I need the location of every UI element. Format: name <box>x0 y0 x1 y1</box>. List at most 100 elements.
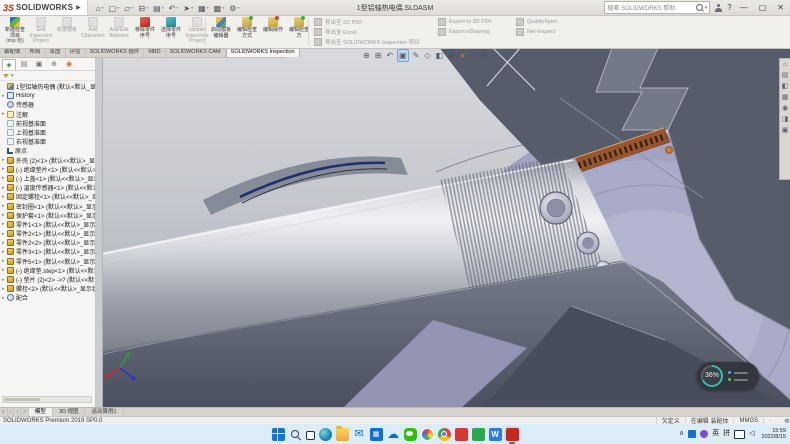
tree-item[interactable]: ▸ 外壳 (2)<1> (默认<<默认>_显示状 <box>0 156 95 165</box>
tree-item[interactable]: ▸ 固定螺栓<1> (默认<<默认>_显示状 <box>0 192 95 201</box>
commandmanager-tab[interactable]: SOLIDWORKS CAM <box>166 48 226 57</box>
tree-item[interactable]: ▸ 上视基准面 <box>0 128 95 137</box>
taskbar-app-icon[interactable]: ▦ <box>370 428 383 441</box>
ribbon-button[interactable]: Add Characteristic <box>81 16 105 47</box>
task-pane-tab[interactable]: ⌂ <box>783 61 787 69</box>
ribbon-button[interactable]: 选择零件序号 <box>159 16 183 47</box>
tree-item[interactable]: ▸ 注解 <box>0 110 95 119</box>
tree-item[interactable]: ▸ 前视基准面 <box>0 119 95 128</box>
document-tab[interactable]: 模型 <box>29 408 53 416</box>
tree-item[interactable]: ▸ 传感器 <box>0 100 95 109</box>
ribbon-button[interactable]: 启动模板编辑器 <box>209 16 233 47</box>
commandmanager-tab[interactable]: 布局 <box>26 48 46 57</box>
commandmanager-tab[interactable]: 评估 <box>66 48 86 57</box>
panel-tab[interactable]: ⊕ <box>47 59 61 70</box>
tree-item[interactable]: ▸ (-) 绝缘垫片<1> (默认<<默认>_显 <box>0 165 95 174</box>
taskbar-app-icon[interactable] <box>319 428 332 441</box>
tab-nav-arrow[interactable]: » <box>21 408 29 416</box>
tree-item[interactable]: ▸ (-) 垫片 (2)<2> ->? (默认<<默认 <box>0 275 95 284</box>
tree-item[interactable]: ▸ 螺栓<2> (默认<<默认>_显示状态 <box>0 284 95 293</box>
zoom-overlay[interactable]: 36% <box>697 362 759 390</box>
ribbon-button[interactable]: 移除零件序号 <box>133 16 157 47</box>
view-tool-icon[interactable]: ◇ <box>423 50 431 61</box>
maximize-button[interactable]: ▢ <box>756 1 770 14</box>
export-button[interactable]: 导出至 2D PDF <box>314 18 432 26</box>
search-input[interactable]: 搜索 SOLIDWORKS 帮助 ▾ <box>604 1 710 14</box>
export-button[interactable]: Export to 3D PDF <box>438 18 510 26</box>
logo-flyout-arrow[interactable]: ▶ <box>76 4 81 11</box>
task-pane-tab[interactable]: ▦ <box>782 94 789 102</box>
quick-access-button[interactable]: ▱ <box>124 0 133 16</box>
view-tool-icon[interactable]: ● <box>459 50 466 61</box>
taskbar-app-icon[interactable] <box>421 428 434 441</box>
panel-tab[interactable]: ▣ <box>32 59 46 70</box>
ribbon-button[interactable]: Edit Inspection Project <box>29 16 53 47</box>
viewport-3d-model[interactable] <box>103 48 790 408</box>
tree-item[interactable]: ▸ 保护套<1> (默认<<默认>_显示状 <box>0 211 95 220</box>
scrollbar-thumb[interactable] <box>4 398 40 401</box>
taskbar-app-icon[interactable] <box>472 428 485 441</box>
tree-item[interactable]: ▸ 配合 <box>0 293 95 302</box>
tree-item[interactable]: ▸ (-) 上盖<1> (默认<<默认>_显示状 <box>0 174 95 183</box>
tree-item[interactable]: ▸ 1型铝轴热电偶 (默认<默认_显示状态-1 <box>0 82 95 91</box>
task-pane-tab[interactable]: ◉ <box>782 105 788 113</box>
tab-nav-arrow[interactable]: « <box>0 408 8 416</box>
view-tool-icon[interactable]: ↶ <box>385 50 394 61</box>
quick-access-button[interactable]: ⚙ <box>229 0 239 16</box>
view-tool-icon[interactable]: ✎ <box>412 50 421 61</box>
taskbar-app-icon[interactable] <box>336 428 349 441</box>
tray-icon[interactable] <box>688 430 696 438</box>
tab-nav-arrow[interactable]: › <box>14 408 21 416</box>
tree-item[interactable]: ▸ 零件1<1> (默认<<默认>_显示状态 <box>0 220 95 229</box>
ribbon-button[interactable]: Add/Edit Balloons <box>107 16 131 47</box>
panel-tab[interactable]: ◈ <box>2 59 16 70</box>
tree-horizontal-scrollbar[interactable] <box>2 396 92 403</box>
quick-access-button[interactable]: ⊟ <box>138 0 148 16</box>
view-tool-icon[interactable]: ◧ <box>435 50 445 61</box>
document-tab[interactable]: 3D 视图 <box>53 408 86 416</box>
commandmanager-tab[interactable]: MBD <box>144 48 165 57</box>
tray-icon[interactable]: ◁ <box>749 424 754 444</box>
view-tool-icon[interactable]: ⊕ <box>362 50 371 61</box>
quick-access-button[interactable]: ⌂ <box>96 0 104 16</box>
export-button[interactable]: QualityXpert <box>516 18 582 26</box>
panel-tab[interactable]: ◉ <box>62 59 76 70</box>
tree-item[interactable]: ▸ (-) 温度传感器<1> (默认<<默认>_ <box>0 183 95 192</box>
view-tool-icon[interactable]: ◐ <box>469 50 476 61</box>
ribbon-button[interactable]: 编辑操作 <box>261 16 285 47</box>
task-pane-tab[interactable]: ▣ <box>782 127 789 135</box>
taskbar-app-icon[interactable]: ✉ <box>353 428 366 441</box>
taskbar-app-icon[interactable]: ☁ <box>387 428 400 441</box>
taskbar-app-icon[interactable] <box>404 428 417 441</box>
help-button[interactable]: ? <box>727 3 731 12</box>
export-button[interactable]: 导出至 SOLIDWORKS Inspection 项目 <box>314 38 432 46</box>
close-button[interactable]: ✕ <box>774 1 787 14</box>
taskbar-app-icon[interactable] <box>506 428 519 441</box>
taskbar-app-icon[interactable] <box>272 428 285 441</box>
tree-item[interactable]: ▸ (-) 绝缘垫.step<1> (默认<<默认 <box>0 266 95 275</box>
export-button[interactable]: Export eDrawing <box>438 28 510 36</box>
taskbar-clock[interactable]: 15:59 2022/8/15 <box>762 428 786 441</box>
task-pane-tab[interactable]: ◧ <box>782 83 789 91</box>
filter-dropdown-arrow[interactable]: ▾ <box>11 73 14 79</box>
commandmanager-tab[interactable]: 草图 <box>46 48 66 57</box>
tray-icon[interactable]: 拼 <box>723 424 730 444</box>
tree-item[interactable]: ▸ 密封圈<1> (默认<<默认>_显示状 <box>0 201 95 210</box>
tree-filter-row[interactable]: ▾ <box>0 71 95 81</box>
export-button[interactable]: 导出至 Excel <box>314 28 432 36</box>
taskbar-app-icon[interactable] <box>289 428 302 441</box>
minimize-button[interactable]: — <box>737 1 751 14</box>
commandmanager-tab[interactable]: SOLIDWORKS 插件 <box>86 48 145 57</box>
tree-item[interactable]: ▸ 零件3<1> (默认<<默认>_显示状态 <box>0 247 95 256</box>
quick-access-button[interactable]: ▢ <box>109 0 120 16</box>
commandmanager-tab[interactable]: 装配体 <box>0 48 26 57</box>
taskbar-app-icon[interactable] <box>306 431 315 440</box>
view-tool-icon[interactable]: ⊞ <box>374 50 383 61</box>
ribbon-button[interactable]: 新建模板 <box>55 16 79 47</box>
view-tool-icon[interactable]: ▣ <box>397 49 409 62</box>
search-dropdown-arrow[interactable]: ▾ <box>705 5 708 11</box>
quick-access-button[interactable]: ▤ <box>153 0 164 16</box>
tray-icon[interactable] <box>700 430 708 438</box>
tray-icon[interactable]: ∧ <box>679 424 684 444</box>
quick-access-button[interactable]: ▦ <box>198 0 209 16</box>
